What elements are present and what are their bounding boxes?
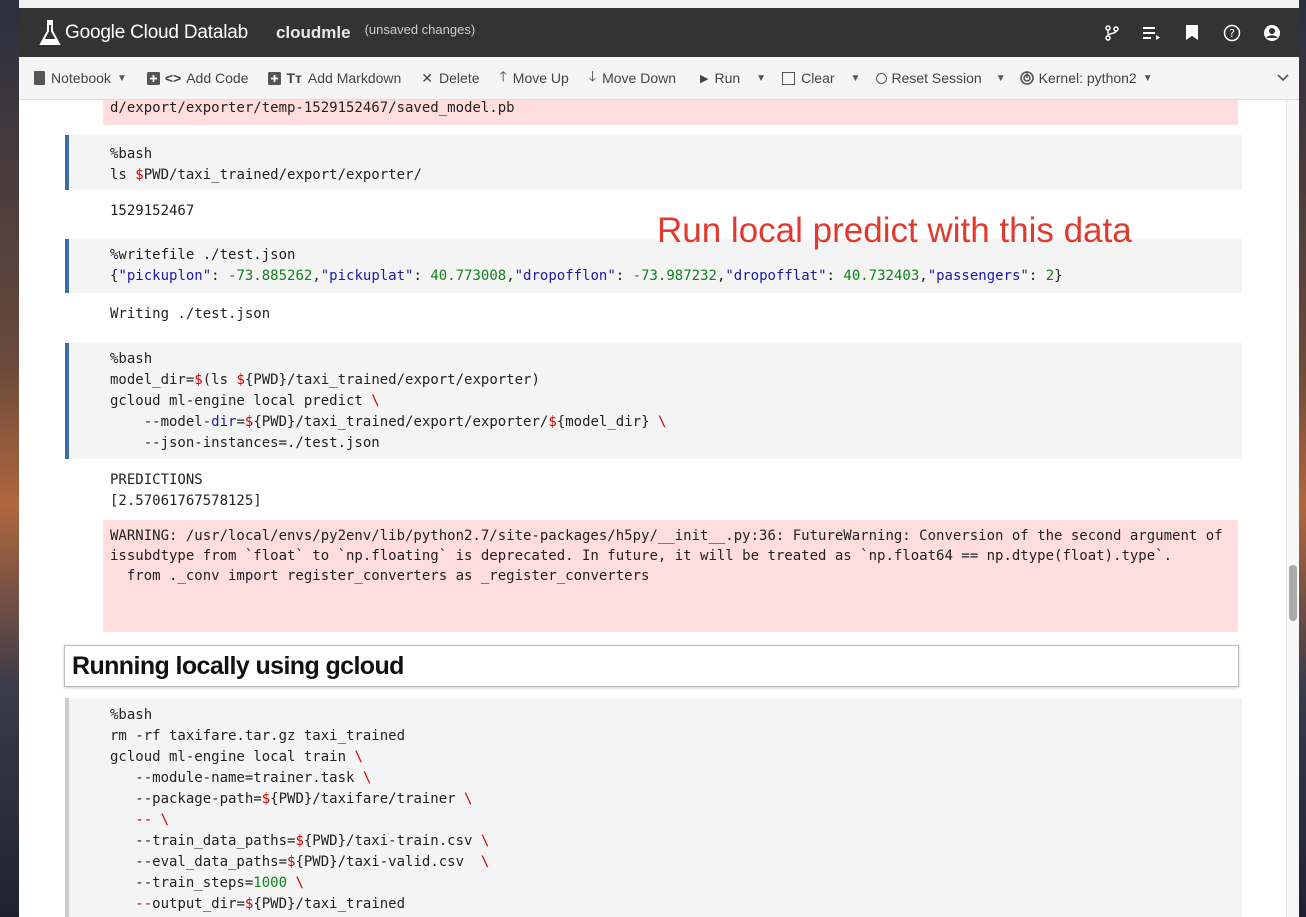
predict-output-value: [2.57061767578125] (110, 493, 262, 509)
error-output-top: d/export/exporter/temp-1529152467/saved_… (103, 100, 1238, 125)
reset-session-label: Reset Session (891, 70, 982, 86)
scrollbar-thumb[interactable] (1289, 565, 1297, 621)
add-markdown-button[interactable]: Tт Add Markdown (262, 57, 407, 99)
chevron-down-icon: ▼ (116, 72, 127, 84)
play-icon: ▶ (700, 72, 709, 85)
arrow-down-icon: 🡓 (588, 68, 597, 84)
code-line: %bash (110, 707, 153, 723)
run-label: Run (714, 70, 741, 86)
add-code-button[interactable]: <> Add Code (141, 57, 255, 99)
help-icon[interactable]: ? (1219, 20, 1245, 46)
predict-output: PREDICTIONS [2.57061767578125] (110, 470, 262, 512)
save-status: (unsaved changes) (364, 22, 476, 37)
code-line: %writefile ./test.json (110, 247, 296, 263)
svg-text:?: ? (1229, 27, 1235, 40)
move-up-label: Move Up (512, 70, 569, 86)
move-up-button[interactable]: 🡑 Move Up (494, 57, 575, 99)
chevron-down-icon[interactable]: ▼ (996, 73, 1006, 84)
app-title: Google Cloud Datalab (65, 21, 248, 43)
code-cell-train-source[interactable]: %bash rm -rf taxifare.tar.gz taxi_traine… (69, 698, 1242, 915)
add-markdown-label: Add Markdown (307, 70, 402, 86)
code-cell-ls-source[interactable]: %bash ls $PWD/taxi_trained/export/export… (69, 135, 1242, 186)
branch-icon[interactable] (1099, 20, 1125, 46)
notebook-name[interactable]: cloudmle (276, 23, 351, 43)
kernel-gauge-icon (1019, 71, 1034, 85)
account-icon[interactable] (1259, 20, 1285, 46)
run-button[interactable]: ▶ Run ▼ (694, 57, 772, 99)
close-icon: ✕ (421, 69, 434, 86)
reset-session-button[interactable]: Reset Session ▼ (870, 57, 1011, 99)
clear-button[interactable]: Clear ▼ (776, 57, 866, 99)
code-cell-predict[interactable]: %bash model_dir=$(ls ${PWD}/taxi_trained… (65, 343, 1242, 459)
delete-label: Delete (439, 70, 480, 86)
add-box-icon (268, 71, 282, 85)
error-output-text: d/export/exporter/temp-1529152467/saved_… (110, 100, 515, 116)
section-heading: Running locally using gcloud (72, 652, 404, 680)
circle-icon (876, 72, 888, 84)
header-icons: ? (1085, 8, 1285, 57)
datalab-logo[interactable]: Google Cloud Datalab (39, 19, 248, 47)
arrow-up-icon: 🡑 (499, 68, 507, 84)
code-cell-ls[interactable]: %bash ls $PWD/taxi_trained/export/export… (65, 135, 1242, 190)
checkbox-icon (782, 71, 796, 85)
ls-output: 1529152467 (110, 203, 195, 219)
bookmark-icon[interactable] (1179, 20, 1205, 46)
kernel-label: Kernel: python2 (1038, 70, 1137, 86)
chevron-down-icon (1277, 74, 1289, 82)
app-header: Google Cloud Datalab cloudmle (unsaved c… (19, 8, 1299, 57)
code-line: %bash (110, 146, 153, 162)
vertical-scrollbar[interactable] (1286, 100, 1299, 917)
warning-text: WARNING: /usr/local/envs/py2env/lib/pyth… (110, 528, 1223, 584)
predict-output-header: PREDICTIONS (110, 472, 203, 488)
code-cell-predict-source[interactable]: %bash model_dir=$(ls ${PWD}/taxi_trained… (69, 343, 1242, 454)
warning-output: WARNING: /usr/local/envs/py2env/lib/pyth… (103, 520, 1238, 632)
delete-button[interactable]: ✕ Delete (415, 57, 485, 99)
move-down-button[interactable]: 🡓 Move Down (583, 57, 682, 99)
notebook-icon (34, 71, 45, 85)
add-code-label: Add Code (186, 70, 249, 86)
code-brackets-icon: <> (164, 70, 182, 86)
writefile-output: Writing ./test.json (110, 306, 271, 322)
notebook-menu[interactable]: Notebook ▼ (28, 57, 133, 99)
markdown-cell[interactable]: Running locally using gcloud (64, 645, 1239, 687)
chevron-down-icon[interactable]: ▼ (851, 73, 861, 84)
chevron-down-icon[interactable]: ▼ (756, 73, 766, 84)
code-line: %bash (110, 351, 153, 367)
move-down-label: Move Down (602, 70, 677, 86)
notebook-toolbar: Notebook ▼ <> Add Code Tт Add Markdown ✕ … (19, 57, 1299, 100)
playlist-icon[interactable] (1139, 20, 1165, 46)
clear-label: Clear (801, 70, 835, 86)
flask-icon (39, 19, 61, 45)
datalab-window: Google Cloud Datalab cloudmle (unsaved c… (19, 0, 1299, 917)
annotation-text: Run local predict with this data (657, 211, 1132, 250)
add-box-icon (146, 71, 160, 85)
notebook-menu-label: Notebook (51, 70, 111, 86)
code-line: rm -rf taxifare.tar.gz taxi_trained (110, 728, 406, 744)
collapse-toolbar-button[interactable] (1277, 57, 1289, 99)
kernel-menu[interactable]: Kernel: python2 ▼ (1014, 57, 1159, 99)
code-cell-train[interactable]: %bash rm -rf taxifare.tar.gz taxi_traine… (65, 698, 1242, 917)
text-size-icon: Tт (286, 70, 302, 86)
chevron-down-icon: ▼ (1142, 72, 1153, 84)
